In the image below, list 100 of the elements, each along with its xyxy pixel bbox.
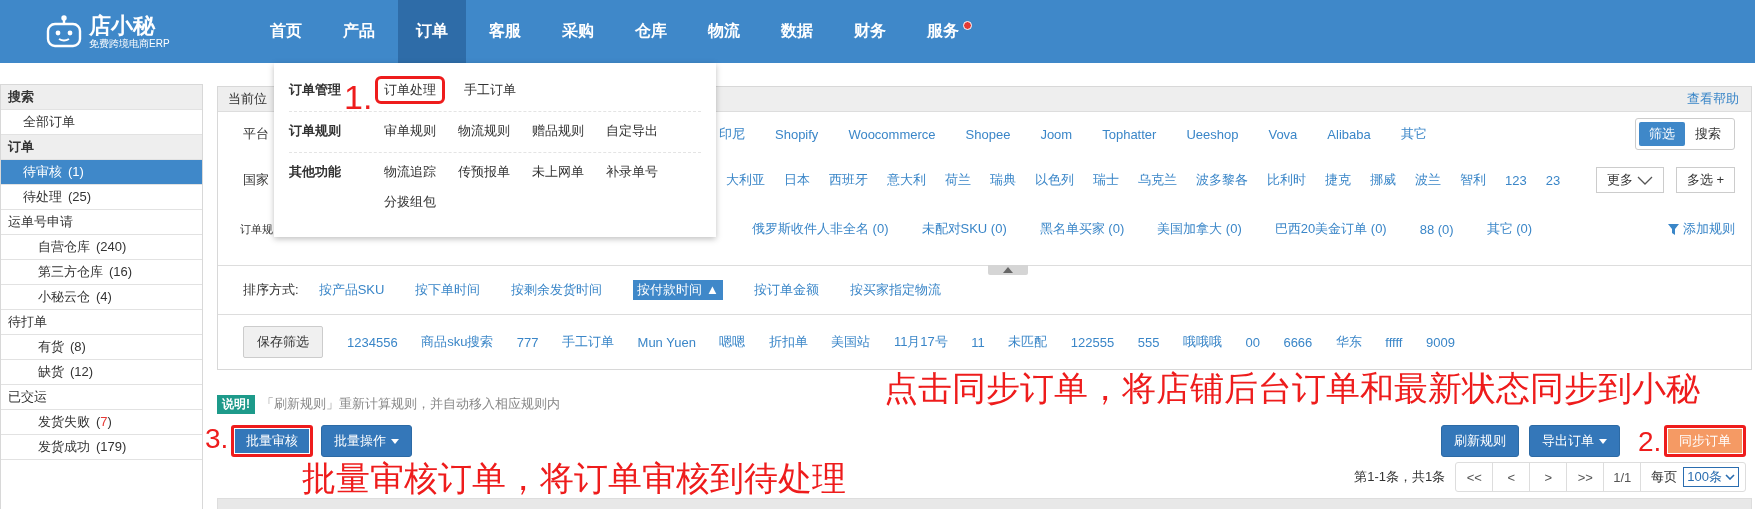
nav-tab[interactable]: 服务 <box>909 0 977 63</box>
page-button[interactable]: >> <box>1567 463 1605 491</box>
filter-option[interactable]: Alibaba <box>1327 126 1371 142</box>
filter-option[interactable]: Woocommerce <box>848 126 936 142</box>
filter-option[interactable]: 其它 <box>1400 125 1427 143</box>
sort-option[interactable]: 按产品SKU <box>318 281 385 299</box>
more-button[interactable]: 更多 <box>1595 167 1664 193</box>
sidebar-item[interactable]: 有货 (8) <box>1 335 202 360</box>
filter-option[interactable]: Ueeshop <box>1186 126 1239 142</box>
saved-filter-link[interactable]: 11 <box>971 334 985 350</box>
sort-option[interactable]: 按下单时间 <box>415 281 481 299</box>
menu-item[interactable]: 订单处理 <box>378 79 442 101</box>
sidebar-item[interactable]: 自营仓库 (240) <box>1 235 202 260</box>
action-button[interactable]: 刷新规则 <box>1441 425 1519 457</box>
nav-tab[interactable]: 订单 <box>398 0 466 63</box>
saved-filter-link[interactable]: 华东 <box>1335 333 1362 351</box>
nav-tab[interactable]: 财务 <box>836 0 904 63</box>
filter-option[interactable]: 意大利 <box>887 171 926 189</box>
sidebar-item[interactable]: 发货失败 (7) <box>1 410 202 435</box>
saved-filter-link[interactable]: 6666 <box>1283 334 1313 350</box>
saved-filter-link[interactable]: 手工订单 <box>562 333 615 351</box>
sidebar-item[interactable]: 小秘云仓 (4) <box>1 285 202 310</box>
saved-filter-link[interactable]: 11月17号 <box>893 333 948 351</box>
menu-item[interactable]: 赠品规则 <box>526 120 590 142</box>
collapse-handle[interactable] <box>988 265 1028 275</box>
nav-tab[interactable]: 数据 <box>763 0 831 63</box>
page-button[interactable]: > <box>1530 463 1568 491</box>
filter-option[interactable]: 23 <box>1545 172 1561 188</box>
saved-filter-link[interactable]: 1234556 <box>347 334 398 350</box>
filter-option[interactable]: 西班牙 <box>829 171 868 189</box>
filter-option[interactable]: 以色列 <box>1035 171 1074 189</box>
saved-filter-link[interactable]: fffff <box>1385 334 1403 350</box>
nav-tab[interactable]: 采购 <box>544 0 612 63</box>
sort-option[interactable]: 按买家指定物流 <box>849 281 941 299</box>
saved-filter-link[interactable]: 122555 <box>1070 334 1115 350</box>
filter-option[interactable]: 88 (0) <box>1419 221 1454 237</box>
filter-option[interactable]: 波兰 <box>1415 171 1441 189</box>
filter-option[interactable]: 美国加拿大 (0) <box>1157 220 1242 238</box>
saved-filter-link[interactable]: 折扣单 <box>768 333 808 351</box>
filter-option[interactable]: 未配对SKU (0) <box>921 220 1007 238</box>
filter-option[interactable]: 瑞典 <box>990 171 1016 189</box>
sidebar-item[interactable]: 发货成功 (179) <box>1 435 202 460</box>
sort-option[interactable]: 按剩余发货时间 <box>511 281 603 299</box>
sort-option[interactable]: 按付款时间 ▲ <box>633 280 723 300</box>
sort-option[interactable]: 按订单金额 <box>753 281 819 299</box>
menu-item[interactable]: 补录单号 <box>600 161 664 183</box>
filter-option[interactable]: Tophatter <box>1102 126 1157 142</box>
saved-filter-link[interactable]: 美国站 <box>831 333 871 351</box>
filter-option[interactable]: 荷兰 <box>945 171 971 189</box>
action-button[interactable]: 批量操作 <box>321 425 412 457</box>
filter-option[interactable]: Shopee <box>965 126 1011 142</box>
nav-tab[interactable]: 仓库 <box>617 0 685 63</box>
saved-filter-link[interactable]: 555 <box>1137 334 1160 350</box>
filter-option[interactable]: 俄罗斯收件人非全名 (0) <box>752 220 889 238</box>
sidebar-item[interactable]: 运单号申请 <box>1 210 202 235</box>
saved-filter-link[interactable]: 00 <box>1245 334 1260 350</box>
sidebar-item[interactable]: 第三方仓库 (16) <box>1 260 202 285</box>
menu-item[interactable]: 自定导出 <box>600 120 664 142</box>
filter-option[interactable]: 印尼 <box>719 125 745 143</box>
nav-tab[interactable]: 客服 <box>471 0 539 63</box>
save-filter-button[interactable]: 保存筛选 <box>243 326 323 358</box>
filter-option[interactable]: 乌克兰 <box>1138 171 1177 189</box>
action-button[interactable]: 导出订单 <box>1529 425 1620 457</box>
saved-filter-link[interactable]: 哦哦哦 <box>1182 333 1222 351</box>
filter-option[interactable]: 黑名单买家 (0) <box>1039 220 1125 238</box>
sidebar-item[interactable]: 待打单 <box>1 310 202 335</box>
add-rule-link[interactable]: 添加规则 <box>1668 220 1735 238</box>
filter-option[interactable]: 挪威 <box>1370 171 1396 189</box>
filter-option[interactable]: 日本 <box>784 171 810 189</box>
saved-filter-link[interactable]: 777 <box>516 334 539 350</box>
filter-option[interactable]: Joom <box>1040 126 1073 142</box>
sidebar-item[interactable]: 已交运 <box>1 385 202 410</box>
menu-item[interactable]: 物流追踪 <box>378 161 442 183</box>
sidebar-item[interactable]: 缺货 (12) <box>1 360 202 385</box>
sidebar-item[interactable]: 待审核 (1) <box>1 160 202 185</box>
toggle-tab[interactable]: 搜索 <box>1685 122 1731 146</box>
sidebar-item[interactable]: 待处理 (25) <box>1 185 202 210</box>
menu-item[interactable]: 审单规则 <box>378 120 442 142</box>
filter-option[interactable]: 巴西20美金订单 (0) <box>1274 220 1387 238</box>
menu-item[interactable]: 未上网单 <box>526 161 590 183</box>
filter-option[interactable]: 其它 (0) <box>1486 220 1533 238</box>
filter-option[interactable]: 智利 <box>1460 171 1486 189</box>
filter-option[interactable]: 123 <box>1505 172 1527 188</box>
filter-option[interactable]: 比利时 <box>1267 171 1306 189</box>
nav-tab[interactable]: 首页 <box>252 0 320 63</box>
saved-filter-link[interactable]: 未匹配 <box>1008 333 1048 351</box>
nav-tab[interactable]: 产品 <box>325 0 393 63</box>
filter-option[interactable]: 瑞士 <box>1093 171 1119 189</box>
multi-select-button[interactable]: 多选 + <box>1675 167 1735 193</box>
filter-option[interactable]: 波多黎各 <box>1196 171 1248 189</box>
filter-option[interactable]: 捷克 <box>1325 171 1351 189</box>
sidebar-item[interactable]: 搜索 <box>1 85 202 110</box>
action-button[interactable]: 同步订单 <box>1664 425 1746 457</box>
menu-item[interactable]: 分拨组包 <box>378 191 442 213</box>
per-page-select[interactable]: 100条 <box>1683 467 1739 487</box>
menu-item[interactable]: 手工订单 <box>458 79 522 101</box>
filter-option[interactable]: Shopify <box>775 126 819 142</box>
help-link[interactable]: 查看帮助 <box>1687 90 1739 108</box>
filter-option[interactable]: 大利亚 <box>726 171 765 189</box>
saved-filter-link[interactable]: 商品sku搜索 <box>421 333 494 351</box>
